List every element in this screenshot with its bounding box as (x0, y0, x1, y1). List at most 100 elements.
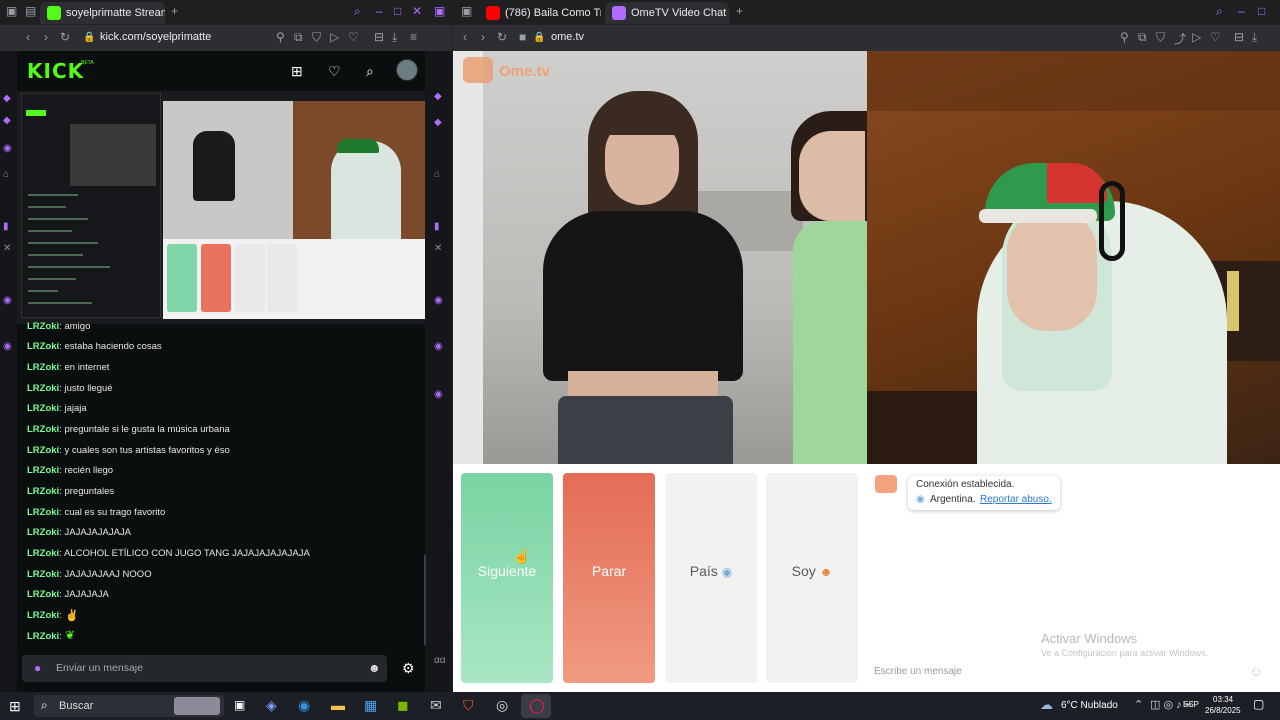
close-window-icon[interactable]: ✕ (412, 4, 422, 18)
new-tab-icon[interactable]: + (171, 4, 178, 18)
store-icon[interactable]: ▦ (364, 697, 377, 714)
task-view-icon[interactable]: ▣ (234, 698, 245, 712)
url-text[interactable]: kick.com/soyelprimatte (100, 31, 211, 43)
menu-icon[interactable]: ≡ (410, 30, 417, 44)
notifications-icon[interactable]: ▢ (1253, 697, 1264, 711)
chat-settings-icon[interactable]: ⚙ (402, 660, 415, 677)
obs-icon[interactable]: ◎ (496, 697, 508, 714)
clock-time[interactable]: 03:34 (1213, 695, 1233, 704)
url-text[interactable]: ome.tv (551, 31, 584, 43)
weather-text[interactable]: 6°C Nublado (1061, 700, 1118, 711)
search-tabs-icon[interactable]: ⌕ (354, 4, 361, 19)
tab-search-icon[interactable]: ▤ (25, 4, 36, 18)
stream-mini-video (163, 101, 425, 239)
nvidia-icon[interactable]: ◼ (397, 697, 409, 714)
microphone-icon[interactable]: ● (34, 661, 41, 675)
screenshot-icon[interactable]: ⧉ (294, 30, 303, 45)
sidebar-icon[interactable]: ◉ (3, 295, 12, 306)
wallet-icon[interactable]: ⊟ (374, 30, 384, 44)
next-button[interactable]: Siguiente (461, 473, 553, 683)
download-icon[interactable]: ⤓ (392, 30, 397, 45)
sidebar-icon[interactable]: ⌂ (434, 169, 440, 180)
tab-actions-icon[interactable]: ▣ (6, 4, 17, 18)
emoji-icon[interactable]: ☺ (1249, 663, 1263, 679)
ext-icon[interactable]: αα (434, 655, 446, 666)
gender-button[interactable]: Soy ☻ (766, 473, 858, 683)
sidebar-icon[interactable]: ◆ (3, 93, 11, 104)
sidebar-icon[interactable]: ◉ (3, 143, 12, 154)
camera-icon[interactable]: ■ (519, 30, 526, 44)
avatar[interactable] (396, 59, 418, 81)
clock-date[interactable]: 26/8/2025 (1205, 706, 1241, 715)
forward-icon[interactable]: › (44, 30, 48, 44)
maximize-icon[interactable]: □ (1258, 4, 1265, 18)
message-input[interactable]: Escribe un mensaje ☺ (867, 661, 1280, 683)
shield-icon[interactable]: ⛉ (312, 30, 321, 45)
sidebar-icon[interactable]: ◉ (434, 295, 443, 306)
x-icon[interactable]: ✕ (434, 243, 442, 254)
youtube-favicon-icon (486, 6, 500, 20)
forward-icon[interactable]: › (481, 30, 485, 44)
download-icon[interactable]: ⤓ (1252, 30, 1257, 45)
tab-actions-icon[interactable]: ▣ (461, 4, 472, 18)
chat-message-input[interactable]: ● Enviar un mensaje ☻ (22, 655, 387, 682)
sidebar-icon[interactable]: ◉ (3, 341, 12, 352)
brave-icon[interactable]: ⛉ (463, 697, 474, 714)
tab-ometv[interactable]: OmeTV Video Chat - (605, 2, 729, 24)
twitch-icon[interactable]: ▮ (3, 221, 9, 232)
window-menu-icon[interactable]: ▣ (434, 4, 445, 18)
play-icon[interactable]: ▷ (1192, 30, 1201, 44)
mail-icon[interactable]: ✉ (430, 697, 442, 714)
screenshot-icon[interactable]: ⧉ (1138, 30, 1147, 45)
pin-icon[interactable]: ⚲ (276, 30, 285, 44)
lock-icon: 🔒 (533, 32, 546, 43)
copilot-icon[interactable]: ◈ (266, 697, 277, 714)
wallet-icon[interactable]: ⊟ (1234, 30, 1244, 44)
x-icon[interactable]: ✕ (3, 243, 11, 254)
taskbar-search[interactable]: ⌕ Buscar (34, 695, 224, 717)
sidebar-icon[interactable]: ⌂ (3, 169, 9, 180)
back-icon[interactable]: ‹ (463, 30, 467, 44)
minimize-icon[interactable]: – (376, 4, 383, 18)
file-explorer-icon[interactable]: ▬ (331, 697, 345, 713)
heart-icon[interactable]: ♡ (328, 63, 341, 80)
tray-chevron-icon[interactable]: ⌃ (1134, 698, 1143, 711)
edge-icon[interactable]: ◉ (298, 697, 310, 714)
tab-kick[interactable]: soyelprimatte Stream - W (40, 2, 165, 24)
stop-button[interactable]: Parar (563, 473, 655, 683)
tab-youtube[interactable]: (786) Baila Como Tro (479, 2, 601, 24)
chat-scrollbar[interactable] (424, 555, 426, 645)
chat-message: LRZoki: ✌ (27, 610, 79, 622)
report-abuse-link[interactable]: Reportar abuso. (980, 494, 1052, 505)
emoji-icon[interactable]: ☻ (368, 661, 381, 675)
sidebar-icon[interactable]: ◉ (434, 389, 443, 400)
play-icon[interactable]: ▷ (330, 30, 339, 44)
back-icon[interactable]: ‹ (26, 30, 30, 44)
sidebar-icon[interactable]: ◉ (434, 341, 443, 352)
windows-start-icon[interactable]: ⊞ (9, 698, 21, 715)
maximize-icon[interactable]: □ (394, 4, 401, 18)
sidebar-icon[interactable]: ◆ (3, 115, 11, 126)
person-jeans (558, 396, 733, 464)
minimize-icon[interactable]: – (1238, 4, 1245, 18)
pin-icon[interactable]: ⚲ (1120, 30, 1129, 44)
sidebar-icon[interactable]: ◆ (434, 117, 442, 128)
search-tabs-icon[interactable]: ⌕ (1216, 4, 1223, 19)
heart-icon[interactable]: ♡ (1210, 30, 1221, 44)
new-tab-icon[interactable]: + (736, 4, 743, 18)
country-button[interactable]: País ◉ (665, 473, 757, 683)
search-icon[interactable]: ⌕ (366, 63, 374, 80)
reload-icon[interactable]: ↻ (497, 30, 507, 44)
share-icon[interactable]: ⤴ (1174, 30, 1186, 47)
ometv-logo[interactable]: Ome.tv (499, 63, 550, 80)
heart-icon[interactable]: ♡ (348, 30, 359, 44)
kick-logo[interactable]: KICK (27, 59, 84, 83)
stream-video[interactable] (17, 91, 425, 324)
opera-gx-taskbar-button[interactable]: ◯ (521, 694, 551, 718)
shield-icon[interactable]: ⛉ (1156, 30, 1165, 45)
sidebar-icon[interactable]: ◆ (434, 91, 442, 102)
reload-icon[interactable]: ↻ (60, 30, 70, 44)
gift-icon[interactable]: ⊞ (291, 63, 303, 80)
twitch-icon[interactable]: ▮ (434, 221, 440, 232)
language-indicator[interactable]: ESP (1183, 700, 1199, 709)
